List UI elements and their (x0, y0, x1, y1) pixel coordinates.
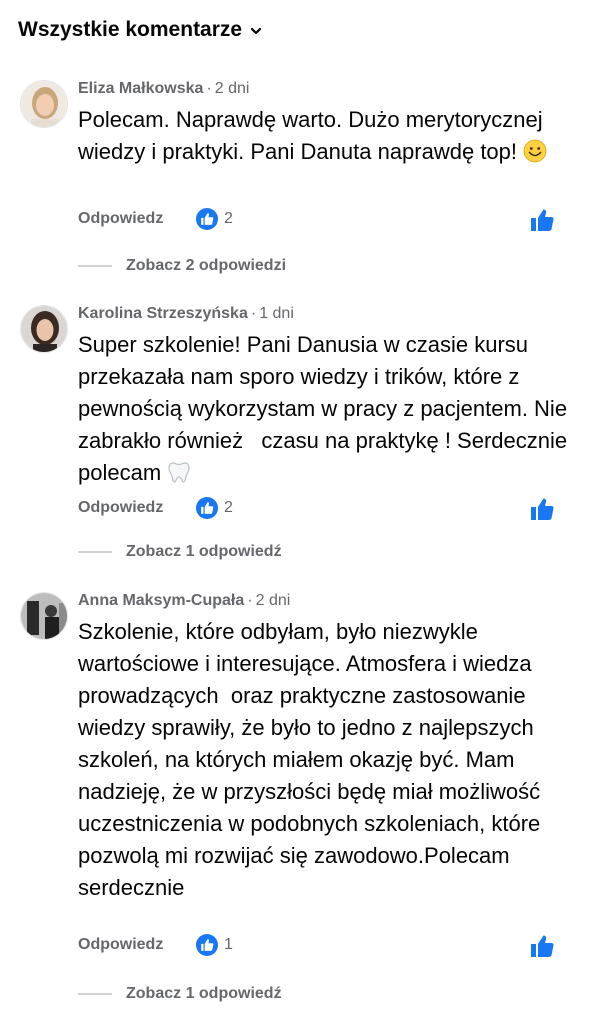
comment-time[interactable]: 2 dni (256, 592, 291, 609)
comment-author[interactable]: Anna Maksym-Cupała (78, 592, 244, 609)
avatar[interactable] (20, 80, 68, 128)
comment-body: Szkolenie, które odbyłam, było niezwykle… (78, 616, 578, 904)
comment-body: Polecam. Naprawdę warto. Dużo merytorycz… (78, 104, 578, 168)
comment-text: Polecam. Naprawdę warto. Dużo merytorycz… (78, 107, 543, 164)
reply-thread-line (78, 265, 112, 267)
view-replies-label: Zobacz 1 odpowiedź (126, 985, 282, 1002)
comment-author[interactable]: Karolina Strzeszyńska (78, 305, 248, 322)
chevron-down-icon (250, 27, 262, 35)
avatar-photo (21, 593, 67, 639)
reaction-count: 2 (224, 499, 233, 516)
avatar[interactable] (20, 592, 68, 640)
reply-thread-line (78, 551, 112, 553)
view-replies-link[interactable]: Zobacz 1 odpowiedź (78, 543, 282, 561)
view-replies-label: Zobacz 1 odpowiedź (126, 543, 282, 560)
reaction-summary[interactable]: 2 (196, 497, 233, 519)
avatar-photo (21, 81, 67, 127)
reaction-summary[interactable]: 1 (196, 934, 233, 956)
reply-button[interactable]: Odpowiedz (78, 210, 163, 228)
comment-body: Super szkolenie! Pani Danusia w czasie k… (78, 329, 578, 489)
reply-thread-line (78, 993, 112, 995)
like-icon[interactable] (530, 208, 554, 232)
like-icon[interactable] (530, 934, 554, 958)
comment-time[interactable]: 1 dni (259, 305, 294, 322)
reaction-count: 1 (224, 936, 233, 953)
like-icon[interactable] (530, 497, 554, 521)
avatar[interactable] (20, 305, 68, 353)
view-replies-link[interactable]: Zobacz 1 odpowiedź (78, 985, 282, 1003)
comment-text: Szkolenie, które odbyłam, było niezwykle… (78, 619, 547, 900)
filter-title: Wszystkie komentarze (18, 18, 243, 41)
comment-author[interactable]: Eliza Małkowska (78, 80, 203, 97)
comment-text: Super szkolenie! Pani Danusia w czasie k… (78, 332, 574, 485)
view-replies-label: Zobacz 2 odpowiedzi (126, 257, 287, 274)
view-replies-link[interactable]: Zobacz 2 odpowiedzi (78, 257, 286, 275)
smiling-face-icon (523, 139, 547, 163)
like-reaction-icon (196, 497, 218, 519)
reply-button[interactable]: Odpowiedz (78, 936, 163, 954)
reaction-summary[interactable]: 2 (196, 208, 233, 230)
tooth-icon (168, 462, 190, 483)
like-reaction-icon (196, 934, 218, 956)
reply-button[interactable]: Odpowiedz (78, 499, 163, 517)
reaction-count: 2 (224, 210, 233, 227)
comment-time[interactable]: 2 dni (215, 80, 250, 97)
all-comments-filter[interactable]: Wszystkie komentarze (18, 18, 262, 42)
avatar-photo (21, 306, 67, 352)
like-reaction-icon (196, 208, 218, 230)
